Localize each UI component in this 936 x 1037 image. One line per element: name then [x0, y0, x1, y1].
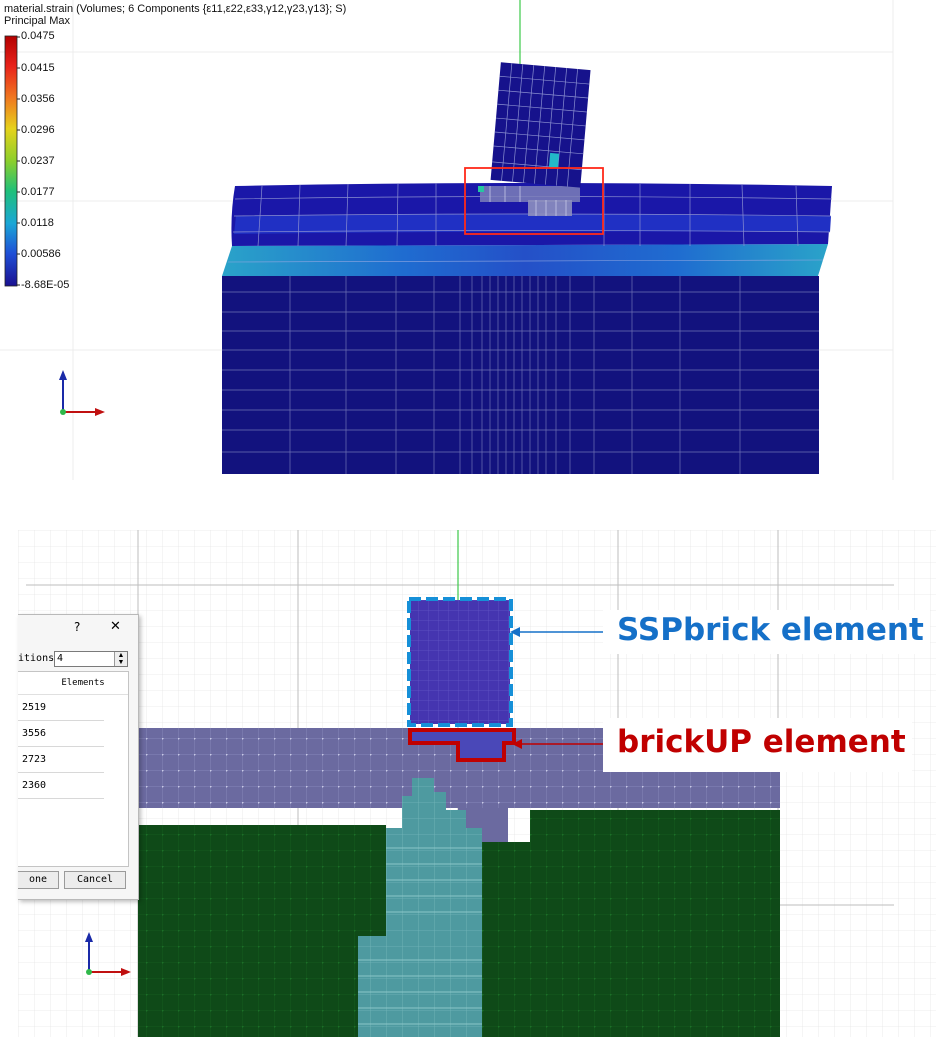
table-row[interactable]: 2519 [18, 695, 104, 721]
colorbar-label: 0.0296 [21, 124, 55, 136]
colorbar-label: 0.0118 [21, 217, 54, 229]
colorbar [4, 35, 18, 287]
top-mesh-canvas[interactable] [0, 0, 936, 480]
table-row[interactable]: 3556 [18, 721, 104, 747]
table-row[interactable]: 2360 [18, 773, 104, 799]
result-subtitle: Principal Max [4, 15, 71, 27]
colorbar-label: -8.68E-05 [21, 279, 70, 291]
brickup-callout-label: brickUP element [603, 718, 912, 772]
elements-column-header: Elements [18, 672, 128, 695]
top-viewport[interactable]: material.strain (Volumes; 6 Components {… [0, 0, 936, 480]
colorbar-label: 0.0475 [21, 30, 55, 42]
sspbrick-callout-text: SSPbrick element [617, 612, 924, 648]
foundation-mesh [222, 276, 819, 474]
element-selection-dialog[interactable]: ? ✕ itions 4 ▲ ▼ Elements 2519 3556 2723 … [18, 614, 139, 900]
sspbrick-callout-label: SSPbrick element [603, 610, 930, 654]
axis-triad-icon [59, 370, 105, 416]
help-button[interactable]: ? [74, 620, 80, 634]
elements-table[interactable]: Elements 2519 3556 2723 2360 [18, 671, 129, 867]
colorbar-label: 0.0237 [21, 155, 55, 167]
cancel-button[interactable]: Cancel [64, 871, 126, 889]
colorbar-label: 0.00586 [21, 248, 61, 260]
positions-value: 4 [57, 653, 64, 664]
colorbar-label: 0.0356 [21, 93, 55, 105]
done-button[interactable]: one [18, 871, 59, 889]
bottom-viewport[interactable]: SSPbrick element brickUP element [18, 530, 936, 1037]
colorbar-ticks [17, 36, 20, 286]
bottom-mesh-canvas[interactable] [18, 530, 936, 1037]
result-title: material.strain (Volumes; 6 Components {… [4, 3, 347, 15]
positions-label: itions [18, 653, 55, 664]
close-icon[interactable]: ✕ [110, 619, 121, 634]
positions-spinbox[interactable]: 4 ▲ ▼ [54, 651, 128, 667]
colorbar-label: 0.0177 [21, 186, 55, 198]
sspbrick-block [407, 597, 513, 727]
table-row[interactable]: 2723 [18, 747, 104, 773]
colorbar-label: 0.0415 [21, 62, 55, 74]
brickup-callout-text: brickUP element [617, 724, 906, 760]
spin-arrows-icon[interactable]: ▲ ▼ [114, 652, 127, 666]
